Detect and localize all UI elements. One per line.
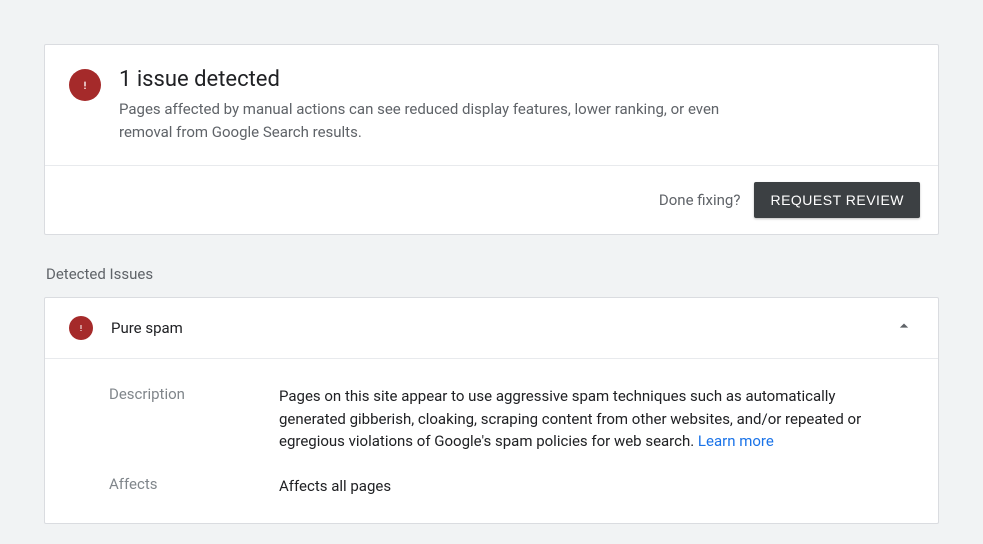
affects-label: Affects (69, 475, 279, 498)
issue-body: Description Pages on this site appear to… (45, 358, 938, 523)
summary-title: 1 issue detected (119, 67, 739, 92)
chevron-up-icon (894, 316, 914, 340)
done-fixing-label: Done fixing? (659, 191, 741, 209)
issue-header[interactable]: Pure spam (45, 298, 938, 358)
manual-actions-summary-card: 1 issue detected Pages affected by manua… (44, 44, 939, 235)
affects-row: Affects Affects all pages (69, 475, 914, 498)
summary-subtitle: Pages affected by manual actions can see… (119, 98, 739, 143)
learn-more-link[interactable]: Learn more (698, 432, 774, 450)
summary-top: 1 issue detected Pages affected by manua… (45, 45, 938, 165)
alert-icon (69, 69, 101, 101)
issue-card: Pure spam Description Pages on this site… (44, 297, 939, 524)
description-value: Pages on this site appear to use aggress… (279, 385, 914, 453)
summary-text-block: 1 issue detected Pages affected by manua… (119, 67, 739, 143)
summary-actions: Done fixing? REQUEST REVIEW (45, 165, 938, 234)
affects-value: Affects all pages (279, 475, 914, 498)
issue-title: Pure spam (111, 319, 876, 337)
alert-icon (69, 316, 93, 340)
description-label: Description (69, 385, 279, 453)
description-row: Description Pages on this site appear to… (69, 385, 914, 453)
detected-issues-heading: Detected Issues (46, 265, 939, 283)
request-review-button[interactable]: REQUEST REVIEW (754, 182, 920, 218)
